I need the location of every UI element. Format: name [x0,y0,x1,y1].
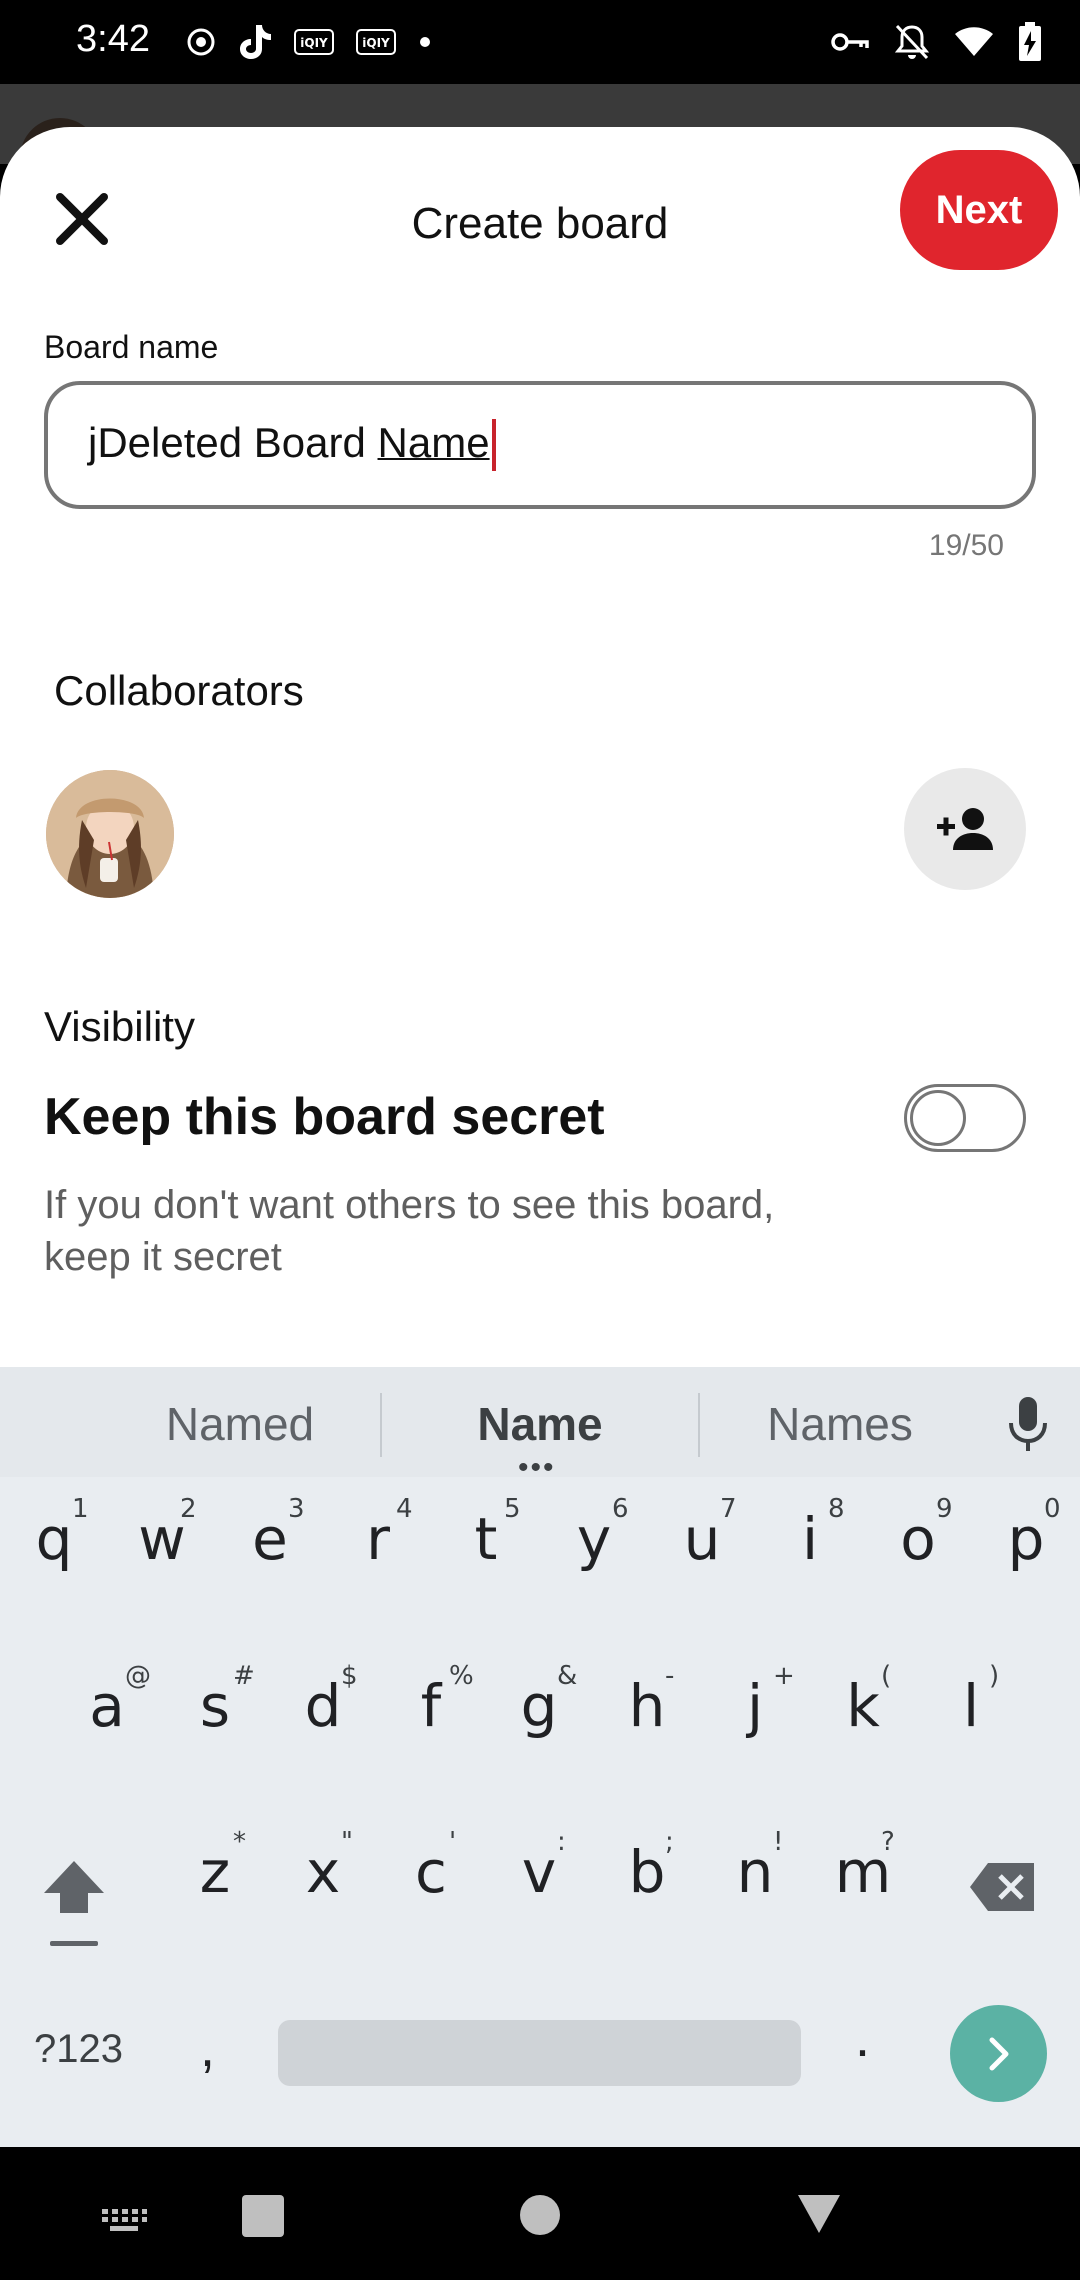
status-time: 3:42 [76,18,150,60]
more-suggestions-icon: ••• [518,1451,556,1484]
text-cursor [491,419,496,472]
key-hint-h: - [665,1661,675,1691]
avatar[interactable] [46,770,174,898]
shift-indicator [50,1941,98,1946]
board-name-label: Board name [44,329,219,365]
board-name-composing-word: Name [377,418,490,466]
visibility-label: Visibility [44,1003,195,1050]
suggestion-right[interactable]: Names [700,1397,980,1451]
board-name-value: jDeleted Board Name [88,419,496,472]
add-person-icon [937,808,993,850]
key-hint-k: ( [881,1661,892,1691]
suggestion-left[interactable]: Named [100,1397,380,1451]
period-key[interactable]: . [855,2007,870,2069]
backspace-icon [970,1863,1034,1911]
wifi-icon [954,26,994,58]
key-hint-n: ! [773,1827,784,1857]
key-v[interactable]: v [499,1838,579,1906]
key-hint-t: 5 [504,1494,521,1524]
key-hint-d: $ [341,1661,358,1691]
key-hint-u: 7 [720,1494,737,1524]
next-button[interactable]: Next [900,150,1058,270]
create-board-sheet: Create board Next Board name jDeleted Bo… [0,127,1080,1367]
key-hint-v: : [557,1827,566,1857]
keyboard-icon [102,2209,147,2231]
collaborators-label: Collaborators [54,667,304,714]
key-hint-y: 6 [612,1494,629,1524]
key-hint-g: & [557,1661,578,1691]
board-name-input[interactable]: jDeleted Board Name [44,381,1036,509]
key-hint-q: 1 [72,1494,89,1524]
board-name-prefix: jDeleted Board [88,418,378,466]
status-bar: 3:42 iQIY iQIY [0,0,1080,84]
key-hint-b: ; [665,1827,674,1857]
comma-key[interactable]: , [200,2017,215,2079]
symbols-key[interactable]: ?123 [34,2027,123,2072]
key-hint-e: 3 [288,1494,305,1524]
character-counter: 19/50 [928,529,1004,562]
key-h[interactable]: h [607,1672,687,1740]
go-key[interactable] [950,2005,1047,2102]
secret-description: If you don't want others to see this boa… [44,1183,775,1279]
key-hint-c: ' [449,1827,457,1857]
navigation-bar [0,2147,1080,2280]
shift-icon [44,1861,104,1913]
iqiyi-icon: iQIY [294,29,334,55]
secret-title: Keep this board secret [44,1088,605,1146]
key-hint-f: % [449,1661,474,1691]
add-collaborator-button[interactable] [904,768,1026,890]
key-hint-r: 4 [396,1494,413,1524]
vpn-key-icon [830,30,870,54]
keyboard-switch-button[interactable] [100,2207,148,2238]
key-b[interactable]: b [607,1838,687,1906]
status-left-icons: iQIY iQIY [186,22,432,62]
home-button[interactable] [520,2195,560,2235]
key-hint-z: * [233,1827,246,1857]
avatar-illustration [46,770,174,898]
key-hint-p: 0 [1044,1494,1061,1524]
dot-icon [418,35,432,49]
mic-icon [1009,1397,1047,1451]
back-triangle-icon [798,2195,840,2233]
space-bar[interactable] [278,2020,801,2086]
tiktok-icon [238,23,272,61]
key-hint-s: # [233,1661,255,1691]
key-hint-o: 9 [936,1494,953,1524]
key-hint-m: ? [881,1827,895,1857]
toggle-knob [910,1090,966,1146]
shift-key[interactable] [40,1857,108,1922]
backspace-key[interactable] [968,1861,1038,1918]
key-hint-w: 2 [180,1494,197,1524]
mic-button[interactable] [1006,1395,1050,1458]
suggestion-middle[interactable]: Name [395,1397,685,1451]
record-icon [186,27,216,57]
key-hint-l: ) [989,1661,1000,1691]
chevron-right-icon [989,2037,1008,2070]
key-hint-a: @ [125,1661,151,1691]
keyboard: Named Name Names ••• q1w2e3r4t5y6u7i8o9p… [0,1367,1080,2147]
key-hint-x: " [341,1827,353,1857]
svg-text:iQIY: iQIY [362,36,390,50]
svg-text:iQIY: iQIY [300,36,328,50]
key-hint-i: 8 [828,1494,845,1524]
battery-charging-icon [1018,22,1042,62]
back-button[interactable] [796,2193,842,2240]
key-c[interactable]: c [391,1838,471,1906]
suggestion-divider [380,1393,382,1457]
iqiyi-icon: iQIY [356,29,396,55]
status-right-icons [830,20,1042,64]
suggestion-bar: Named Name Names ••• [0,1367,1080,1484]
key-hint-j: + [773,1661,795,1691]
bell-off-icon [894,23,930,61]
secret-toggle[interactable] [904,1084,1026,1152]
recents-button[interactable] [242,2195,284,2237]
